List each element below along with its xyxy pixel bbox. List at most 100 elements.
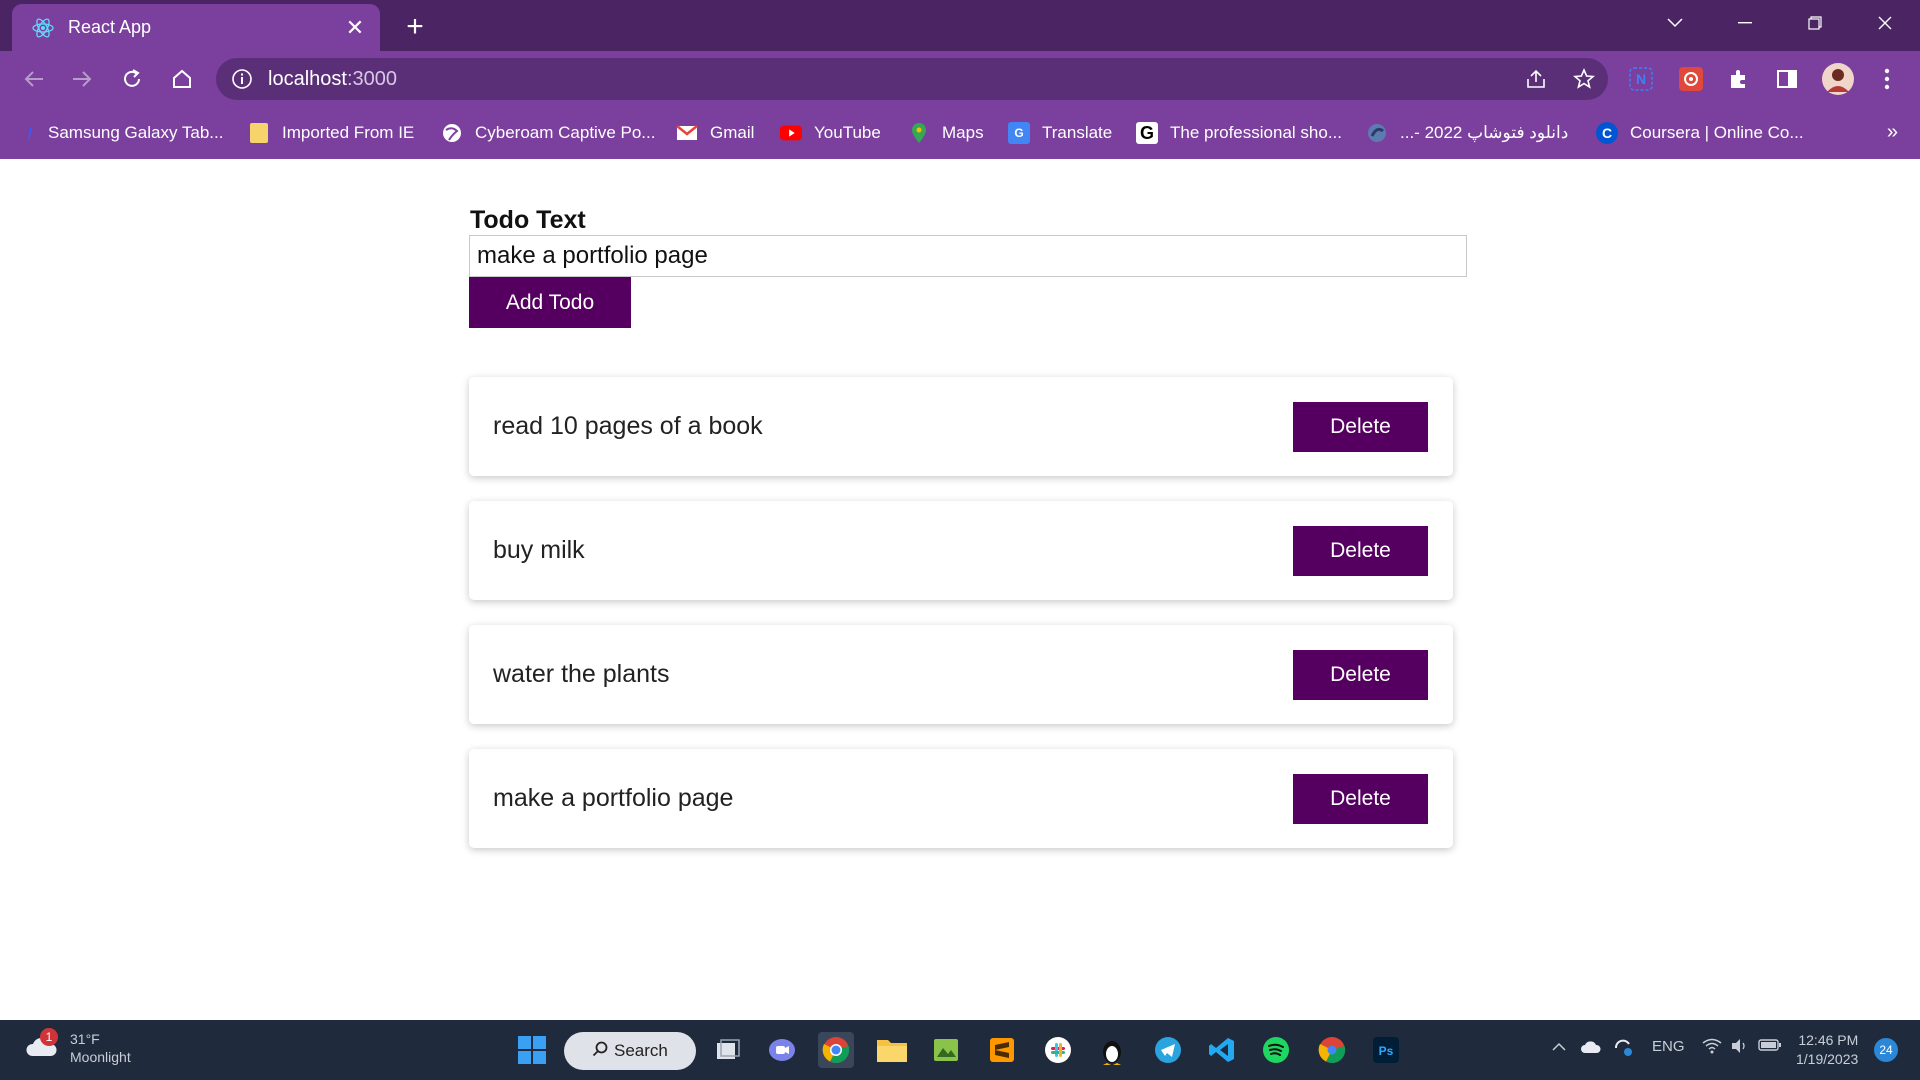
gmail-icon <box>676 122 698 144</box>
bookmark-samsung[interactable]: / Samsung Galaxy Tab... <box>24 119 223 147</box>
kebab-menu-icon[interactable] <box>1872 64 1902 94</box>
photoshop-bird-icon <box>1366 122 1388 144</box>
url-text: localhost:3000 <box>268 68 397 91</box>
sync-icon[interactable] <box>1612 1037 1634 1063</box>
tab-react-app[interactable]: React App ✕ <box>12 4 380 51</box>
delete-todo-button[interactable]: Delete <box>1293 402 1428 452</box>
side-panel-icon[interactable] <box>1772 64 1802 94</box>
tab-title: React App <box>68 17 152 37</box>
weather-widget[interactable]: 1 31°F Moonlight <box>24 1028 131 1066</box>
samsung-icon: / <box>28 125 32 141</box>
slack-icon[interactable] <box>1040 1032 1076 1068</box>
bookmark-cyberoam[interactable]: Cyberoam Captive Po... <box>441 119 655 147</box>
volume-icon[interactable] <box>1730 1038 1748 1058</box>
clock-time: 12:46 PM <box>1798 1032 1859 1048</box>
chrome-taskbar-icon[interactable] <box>818 1032 854 1068</box>
todo-text-input[interactable] <box>469 235 1467 277</box>
linux-penguin-icon[interactable] <box>1094 1032 1130 1068</box>
bookmark-label: دانلود فتوشاپ 2022 -... <box>1400 123 1569 142</box>
todo-list: read 10 pages of a book Delete buy milk … <box>469 377 1453 873</box>
bookmark-label: Gmail <box>710 123 755 142</box>
bookmark-coursera[interactable]: C Coursera | Online Co... <box>1596 119 1804 147</box>
bookmark-label: Translate <box>1042 123 1113 142</box>
taskbar-search[interactable]: Search <box>564 1032 696 1070</box>
weather-condition: Moonlight <box>70 1049 131 1065</box>
reload-icon[interactable] <box>114 61 150 97</box>
chrome-profile-icon[interactable] <box>1314 1032 1350 1068</box>
bookmark-youtube[interactable]: YouTube <box>780 119 881 147</box>
weather-text: 31°F Moonlight <box>70 1030 131 1066</box>
minimize-button[interactable] <box>1710 0 1780 46</box>
spotify-icon[interactable] <box>1258 1032 1294 1068</box>
todo-item: buy milk Delete <box>469 501 1453 600</box>
delete-todo-button[interactable]: Delete <box>1293 650 1428 700</box>
taskbar-clock[interactable]: 12:46 PM 1/19/2023 <box>1796 1031 1858 1069</box>
delete-todo-button[interactable]: Delete <box>1293 526 1428 576</box>
bookmark-imported-from-ie[interactable]: Imported From IE <box>248 119 414 147</box>
tab-search-icon[interactable] <box>1640 0 1710 46</box>
bookmark-translate[interactable]: G Translate <box>1008 119 1112 147</box>
todo-item-text: buy milk <box>493 536 585 564</box>
notification-badge[interactable]: 24 <box>1874 1038 1898 1062</box>
chevron-up-icon[interactable] <box>1552 1038 1566 1055</box>
image-editor-icon[interactable] <box>928 1032 964 1068</box>
bookmark-star-icon[interactable] <box>1572 67 1596 96</box>
profile-avatar[interactable] <box>1820 61 1856 97</box>
todo-item-text: make a portfolio page <box>493 784 734 812</box>
restore-button[interactable] <box>1780 0 1850 46</box>
battery-icon[interactable] <box>1758 1038 1782 1056</box>
bookmark-photoshop-download[interactable]: دانلود فتوشاپ 2022 -... <box>1366 119 1568 147</box>
todo-text-label: Todo Text <box>470 206 586 234</box>
file-explorer-icon[interactable] <box>874 1032 910 1068</box>
folder-icon <box>248 122 270 144</box>
back-arrow-icon[interactable] <box>16 61 52 97</box>
flower-extension-icon[interactable] <box>1676 64 1706 94</box>
todo-item: make a portfolio page Delete <box>469 749 1453 848</box>
share-icon[interactable] <box>1524 67 1548 96</box>
puzzle-extensions-icon[interactable] <box>1724 64 1754 94</box>
bookmark-label: YouTube <box>814 123 881 142</box>
url-host: localhost <box>268 68 347 90</box>
bookmark-label: The professional sho... <box>1170 123 1342 142</box>
wifi-icon[interactable] <box>1702 1038 1722 1058</box>
bookmark-label: Cyberoam Captive Po... <box>475 123 656 142</box>
new-tab-button[interactable]: + <box>398 10 432 44</box>
home-icon[interactable] <box>164 61 200 97</box>
vscode-icon[interactable] <box>1204 1032 1240 1068</box>
g-logo-icon: G <box>1136 122 1158 144</box>
address-bar[interactable]: localhost:3000 <box>216 58 1608 100</box>
n-extension-icon[interactable]: N <box>1626 64 1656 94</box>
bookmark-label: Samsung Galaxy Tab... <box>48 123 224 142</box>
more-bookmarks-icon[interactable]: » <box>1887 121 1898 144</box>
close-tab-icon[interactable]: ✕ <box>340 13 370 43</box>
photoshop-icon[interactable]: Ps <box>1368 1032 1404 1068</box>
language-indicator[interactable]: ENG <box>1652 1038 1685 1055</box>
todo-item-text: water the plants <box>493 660 670 688</box>
sublime-text-icon[interactable] <box>984 1032 1020 1068</box>
weather-temp: 31°F <box>70 1031 100 1047</box>
bookmark-label: Coursera | Online Co... <box>1630 123 1804 142</box>
maps-icon <box>908 122 930 144</box>
bookmark-gmail[interactable]: Gmail <box>676 119 754 147</box>
todo-item-text: read 10 pages of a book <box>493 412 763 440</box>
bookmark-label: Maps <box>942 123 984 142</box>
svg-text:Ps: Ps <box>1379 1044 1394 1058</box>
delete-todo-button[interactable]: Delete <box>1293 774 1428 824</box>
windows-start-icon[interactable] <box>514 1032 550 1068</box>
bookmark-maps[interactable]: Maps <box>908 119 984 147</box>
add-todo-button[interactable]: Add Todo <box>469 277 631 328</box>
task-view-icon[interactable] <box>710 1032 746 1068</box>
telegram-icon[interactable] <box>1150 1032 1186 1068</box>
close-window-button[interactable] <box>1850 0 1920 46</box>
window-controls <box>1640 0 1920 46</box>
coursera-icon: C <box>1596 122 1618 144</box>
url-port: :3000 <box>346 68 397 90</box>
onedrive-cloud-icon[interactable] <box>1580 1040 1602 1058</box>
bookmarks-bar: / Samsung Galaxy Tab... Imported From IE… <box>0 107 1920 159</box>
bookmark-professional[interactable]: G The professional sho... <box>1136 119 1342 147</box>
browser-toolbar: localhost:3000 N <box>0 51 1920 107</box>
site-info-icon[interactable] <box>230 67 254 91</box>
svg-text:N: N <box>1636 71 1646 87</box>
teams-chat-icon[interactable] <box>764 1032 800 1068</box>
forward-arrow-icon[interactable] <box>64 61 100 97</box>
